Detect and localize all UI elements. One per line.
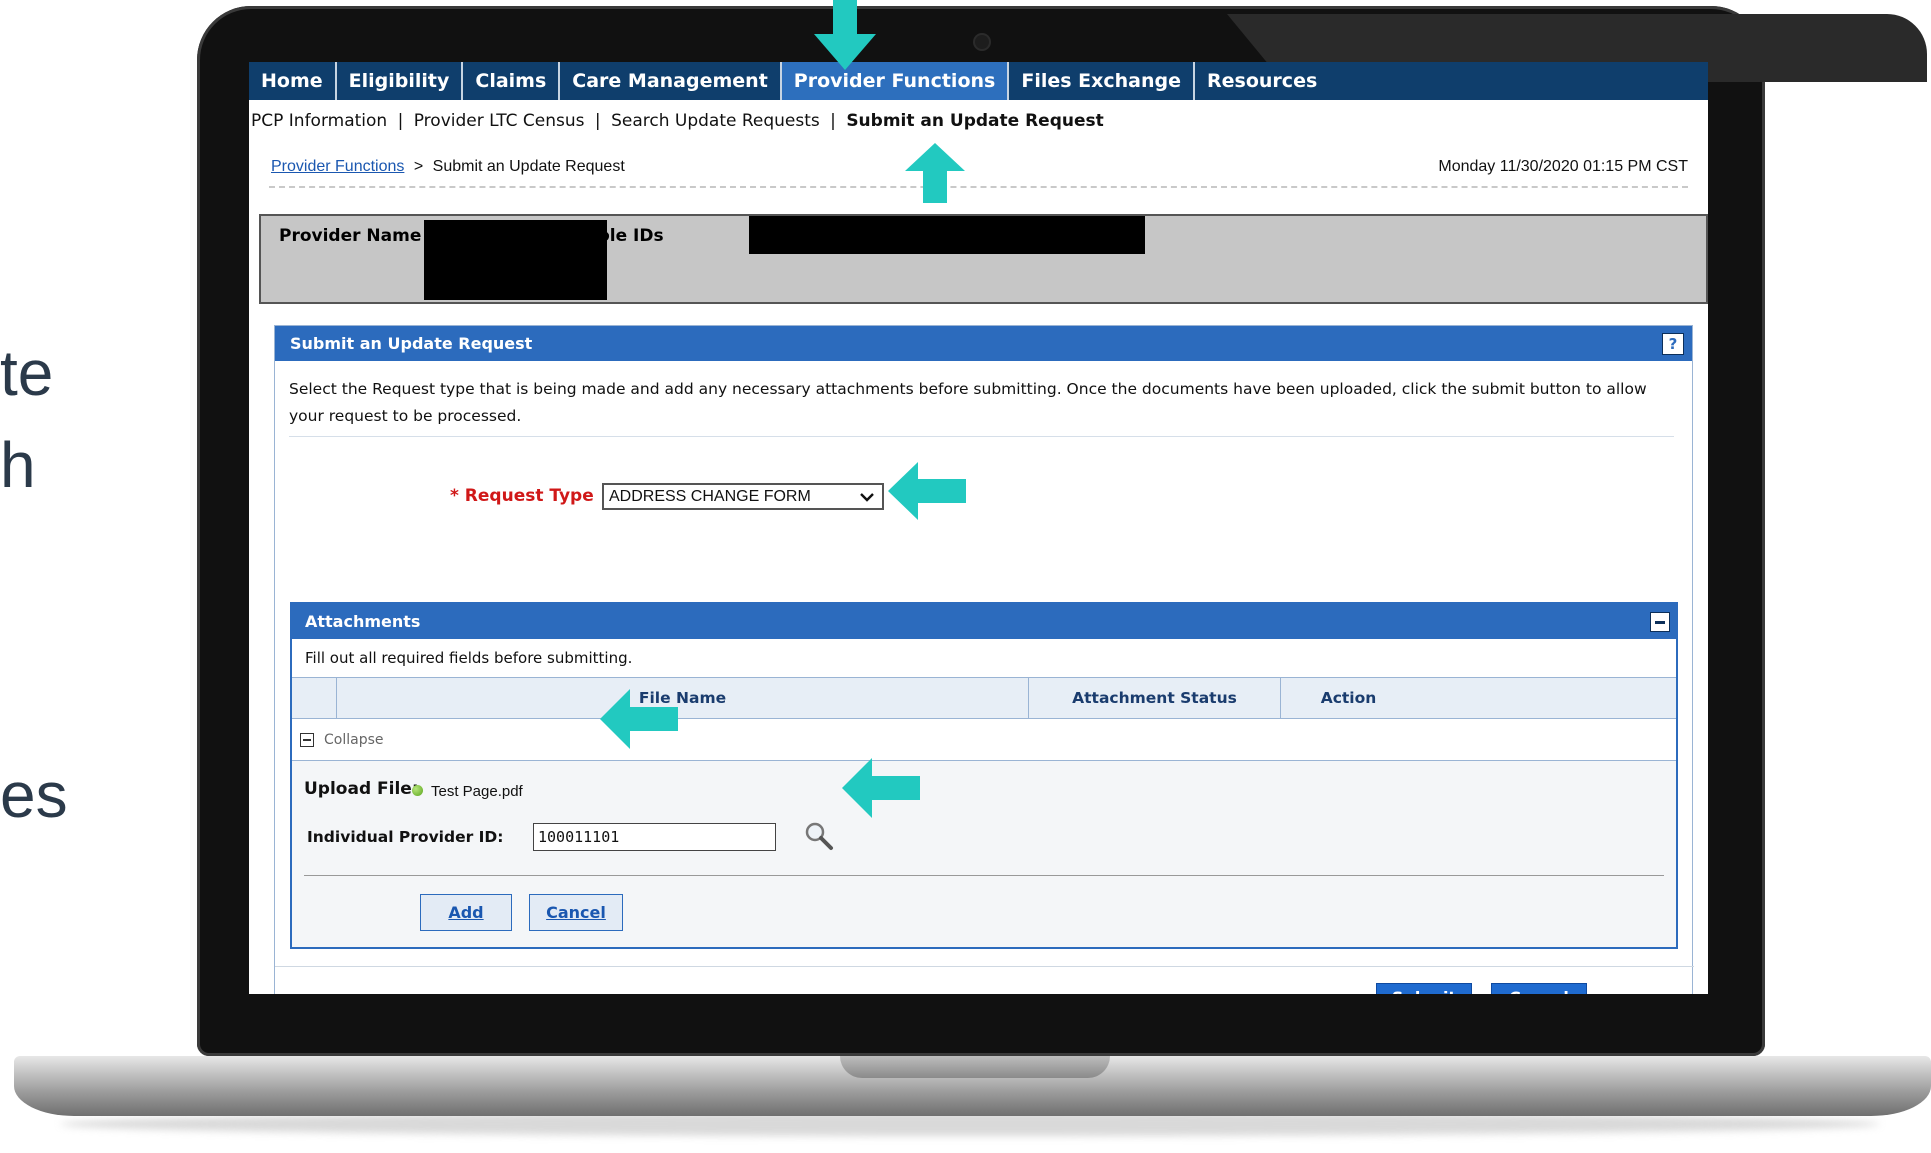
redacted-provider-name (424, 220, 607, 300)
column-attachment-status[interactable]: Attachment Status (1028, 678, 1280, 718)
attachments-title: Attachments (305, 612, 421, 631)
nav-care-management[interactable]: Care Management (560, 62, 782, 100)
redacted-role-ids (749, 216, 1145, 254)
panel-header: Submit an Update Request ? (275, 326, 1692, 361)
divider (269, 186, 1688, 188)
browser-screen: Home Eligibility Claims Care Management … (249, 62, 1708, 994)
slide-text-fragment: es (0, 759, 68, 831)
panel-title: Submit an Update Request (290, 334, 533, 353)
subnav-submit-update-request[interactable]: Submit an Update Request (846, 111, 1103, 131)
add-button[interactable]: Add (420, 894, 512, 931)
help-icon[interactable]: ? (1662, 333, 1684, 355)
attachments-note: Fill out all required fields before subm… (292, 639, 1676, 677)
nav-files-exchange[interactable]: Files Exchange (1009, 62, 1196, 100)
submit-update-request-panel: Submit an Update Request ? Select the Re… (274, 325, 1694, 994)
nav-claims[interactable]: Claims (463, 62, 561, 100)
slide-text-fragment: te (0, 337, 54, 409)
individual-provider-id-label: Individual Provider ID: (307, 828, 504, 846)
breadcrumb-separator: > (413, 158, 424, 175)
slide-text-fragment: h (0, 429, 36, 501)
cancel-button[interactable]: Cancel (1491, 983, 1587, 994)
subnav-separator: | (397, 111, 404, 131)
request-type-select[interactable]: ADDRESS CHANGE FORM (602, 483, 884, 510)
arrow-down-icon (814, 0, 876, 70)
chevron-down-icon (858, 488, 876, 511)
subnav-provider-ltc-census[interactable]: Provider LTC Census (414, 111, 585, 131)
uploaded-file-name: Test Page.pdf (431, 783, 523, 800)
status-dot-icon (412, 785, 423, 796)
request-type-value: ADDRESS CHANGE FORM (609, 487, 811, 505)
grid-expander-column (292, 678, 336, 718)
panel-description: Select the Request type that is being ma… (289, 376, 1674, 437)
search-icon[interactable] (802, 819, 836, 853)
arrow-left-icon (600, 689, 678, 749)
provider-name-label: Provider Name (279, 226, 422, 246)
breadcrumb-provider-functions-link[interactable]: Provider Functions (271, 158, 404, 175)
request-type-label: * Request Type (450, 486, 594, 506)
arrow-up-icon (905, 143, 965, 203)
collapse-row[interactable]: Collapse (292, 719, 1676, 761)
divider (304, 875, 1664, 876)
attachment-cancel-button[interactable]: Cancel (529, 894, 623, 931)
collapse-label: Collapse (324, 731, 384, 748)
provider-info-box: Provider Name Role IDs (259, 214, 1708, 304)
nav-home[interactable]: Home (249, 62, 337, 100)
attachments-header: Attachments (292, 604, 1676, 639)
divider (275, 966, 1694, 967)
column-action-label: Action (1320, 689, 1377, 707)
attachments-grid-header: File Name Attachment Status Action (292, 677, 1676, 719)
collapse-icon (300, 732, 314, 747)
individual-provider-id-input[interactable] (533, 823, 776, 851)
camera-icon (975, 35, 989, 49)
subnav-search-update-requests[interactable]: Search Update Requests (611, 111, 820, 131)
nav-eligibility[interactable]: Eligibility (337, 62, 464, 100)
arrow-left-icon (842, 758, 920, 818)
sub-navigation: PCP Information | Provider LTC Census | … (251, 111, 1104, 131)
screen-bottom-bezel (249, 994, 1708, 1034)
subnav-separator: | (830, 111, 836, 131)
role-ids-label: Role IDs (585, 226, 664, 246)
submit-button[interactable]: Submit (1376, 983, 1472, 994)
breadcrumb: Provider Functions > Submit an Update Re… (271, 158, 625, 176)
arrow-left-icon (888, 462, 966, 520)
top-navigation: Home Eligibility Claims Care Management … (249, 62, 1708, 100)
column-file-name[interactable]: File Name (336, 678, 1028, 718)
attachments-section: Attachments Fill out all required fields… (290, 602, 1678, 949)
current-datetime: Monday 11/30/2020 01:15 PM CST (1438, 158, 1688, 175)
laptop-notch (840, 1056, 1110, 1078)
nav-resources[interactable]: Resources (1195, 62, 1329, 100)
column-action[interactable]: Action (1280, 678, 1676, 718)
breadcrumb-current: Submit an Update Request (432, 158, 625, 175)
subnav-pcp-information[interactable]: PCP Information (251, 111, 387, 131)
subnav-separator: | (594, 111, 601, 131)
upload-file-label: Upload File: (304, 779, 419, 799)
minimize-icon[interactable] (1650, 612, 1670, 632)
